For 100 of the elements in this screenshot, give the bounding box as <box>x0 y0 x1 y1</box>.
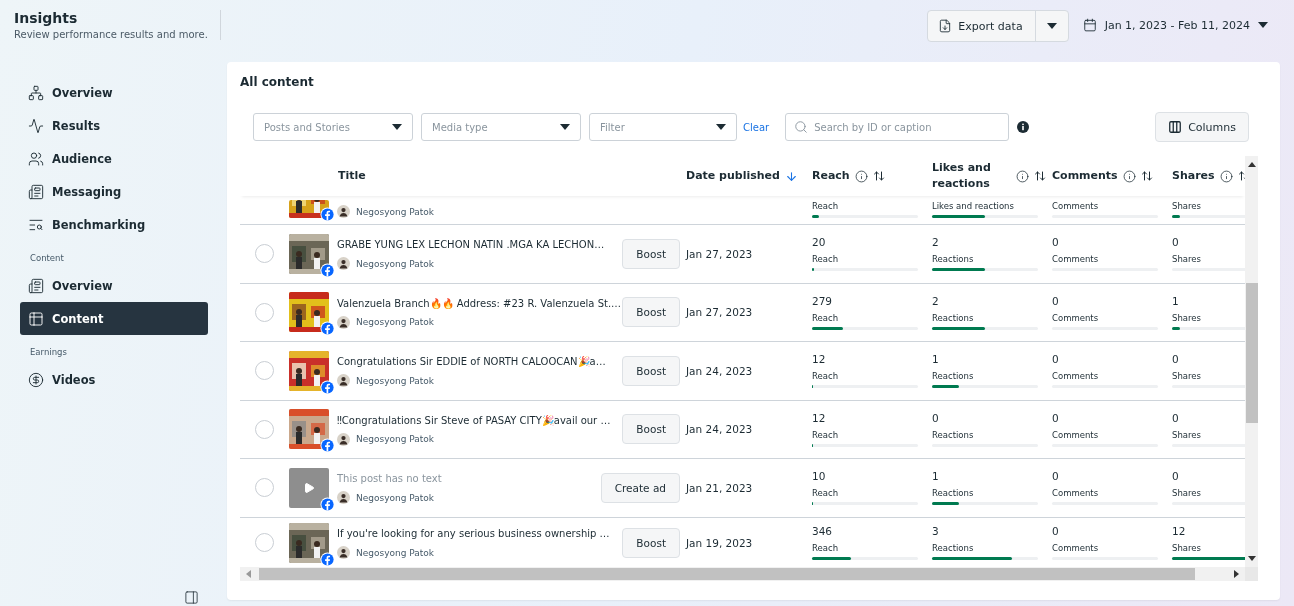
caret-icon <box>716 124 726 130</box>
row-radio[interactable] <box>254 361 274 381</box>
scroll-left-icon[interactable] <box>246 570 251 578</box>
sidebar-item[interactable]: Overview <box>20 76 208 109</box>
sidebar-item[interactable]: Videos <box>20 363 208 396</box>
row-radio[interactable] <box>254 419 274 439</box>
metric-value: 0 <box>1172 236 1180 250</box>
row-action-button[interactable]: Create ad <box>600 472 680 503</box>
table-icon <box>28 310 44 327</box>
metric-label: Reach <box>812 429 840 441</box>
author-name: Negosyong Patok <box>356 375 435 386</box>
metric-label: Shares <box>1172 543 1202 554</box>
scroll-right-icon[interactable] <box>1234 570 1239 578</box>
row-action-button[interactable]: Boost <box>622 297 680 328</box>
facebook-icon <box>320 438 335 454</box>
metric-label: Comments <box>1052 312 1100 324</box>
scrollbar-thumb[interactable] <box>1245 283 1258 423</box>
scroll-down-icon[interactable] <box>1247 556 1256 561</box>
search-icon <box>794 120 809 134</box>
author-name: Negosyong Patok <box>356 206 435 217</box>
columns-button[interactable]: Columns <box>1155 112 1249 142</box>
facebook-icon <box>320 321 335 337</box>
post-title: GRABE YUNG LEX LECHON NATIN .MGA KA LECHON… <box>337 238 605 253</box>
metric-value: 3 <box>932 525 940 538</box>
row-radio[interactable] <box>254 244 274 264</box>
metric-value: 0 <box>1172 411 1180 425</box>
metric-value: 0 <box>1052 236 1060 250</box>
sidebar-item[interactable]: Results <box>20 109 208 142</box>
post-title: Congratulations Sir EDDIE of NORTH CALOOCAN🎉a… <box>337 355 606 370</box>
info-icon <box>1122 169 1136 183</box>
column-header[interactable]: Likes and reactions <box>932 160 1011 192</box>
network-icon <box>28 84 44 101</box>
metric-label: Comments <box>1052 371 1100 383</box>
metric-label: Comments <box>1052 201 1100 212</box>
row-action-button[interactable]: Boost <box>622 355 680 386</box>
scrollbar-thumb[interactable] <box>259 568 1195 580</box>
metric-value: 2 <box>932 294 940 308</box>
metric-label: Reach <box>812 371 840 383</box>
metric-value: 0 <box>1052 470 1060 484</box>
avatar-icon <box>337 491 350 505</box>
metric-value: 12 <box>1172 525 1187 538</box>
newspaper-icon <box>28 277 44 294</box>
people-icon <box>28 150 44 167</box>
date-published: Jan 19, 2023 <box>684 536 754 549</box>
row-action-button[interactable]: Boost <box>622 238 680 269</box>
metric-value: 0 <box>1052 353 1060 367</box>
sort-icon[interactable] <box>1034 170 1046 182</box>
nav-section-heading: Content <box>29 252 65 265</box>
column-header[interactable]: Comments <box>1052 168 1118 184</box>
caret-icon <box>1258 22 1268 28</box>
sort-down-icon[interactable] <box>784 169 798 183</box>
post-title: If you're looking for any serious business ownership … <box>337 527 610 541</box>
column-header[interactable]: Date published <box>686 168 780 184</box>
export-button[interactable]: Export data <box>928 11 1036 41</box>
row-action-button[interactable]: Boost <box>622 414 680 445</box>
author-name: Negosyong Patok <box>356 547 435 558</box>
sidebar-item[interactable]: Content <box>20 302 208 335</box>
metric-value: 1 <box>932 353 940 367</box>
sidebar-item[interactable]: Benchmarking <box>20 208 208 241</box>
page-subtitle: Review performance results and more. <box>14 29 208 40</box>
row-radio[interactable] <box>254 478 274 498</box>
column-header[interactable]: Title <box>338 168 366 184</box>
metric-value: 279 <box>812 294 834 308</box>
metric-label: Reach <box>812 543 840 554</box>
metric-label: Shares <box>1172 201 1202 212</box>
facebook-icon <box>320 262 335 278</box>
download-icon <box>938 19 953 33</box>
author-name: Negosyong Patok <box>356 434 435 445</box>
column-header[interactable]: Shares <box>1172 168 1215 184</box>
facebook-icon <box>320 379 335 395</box>
metric-value: 0 <box>1052 294 1060 308</box>
line-chart-icon <box>28 117 44 134</box>
horizontal-scrollbar[interactable] <box>240 567 1245 581</box>
author-name: Negosyong Patok <box>356 258 435 269</box>
sidebar-item[interactable]: Messaging <box>20 175 208 208</box>
row-radio[interactable] <box>254 533 274 552</box>
sort-icon[interactable] <box>1140 170 1153 182</box>
sidebar-item[interactable]: Audience <box>20 142 208 175</box>
columns-icon <box>1168 120 1183 134</box>
metric-value: 346 <box>812 525 834 538</box>
date-range-button[interactable]: Jan 1, 2023 - Feb 11, 2024 <box>1082 10 1280 40</box>
row-action-button[interactable]: Boost <box>622 527 680 558</box>
scroll-up-icon[interactable] <box>1247 162 1256 167</box>
sort-icon[interactable] <box>872 170 885 182</box>
author-name: Negosyong Patok <box>356 317 435 328</box>
date-published: Jan 27, 2023 <box>684 247 754 260</box>
post-title: This post has no text <box>337 472 442 487</box>
vertical-scrollbar[interactable] <box>1245 156 1258 567</box>
metric-label: Shares <box>1172 312 1202 324</box>
avatar-icon <box>337 432 350 446</box>
sidebar-item[interactable]: Overview <box>20 269 208 302</box>
metric-value: 12 <box>812 411 827 425</box>
clear-link[interactable]: Clear <box>743 121 770 133</box>
export-split-button[interactable]: Export data <box>927 10 1069 42</box>
facebook-icon <box>320 207 335 222</box>
row-radio[interactable] <box>254 302 274 322</box>
metric-label: Comments <box>1052 488 1100 500</box>
date-published: Jan 24, 2023 <box>684 423 754 436</box>
metric-value: 12 <box>812 353 827 367</box>
column-header[interactable]: Reach <box>812 168 850 184</box>
